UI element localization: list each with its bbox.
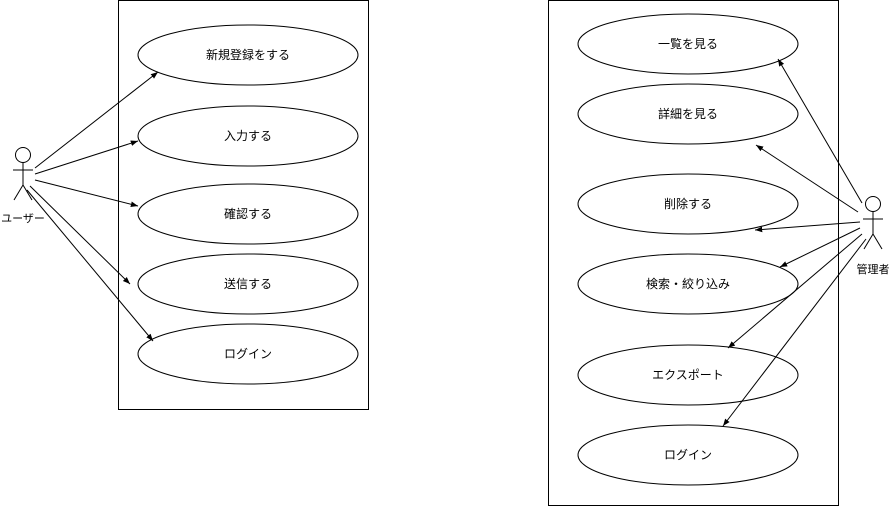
usecase-label: 削除する [664, 196, 712, 211]
admin-actor-label: 管理者 [857, 262, 890, 276]
user-usecase-input: 入力する [137, 105, 359, 167]
user-usecase-confirm: 確認する [137, 183, 359, 245]
usecase-label: 一覧を見る [658, 37, 718, 51]
admin-usecase-export: エクスポート [577, 344, 799, 406]
user-usecase-register: 新規登録をする [137, 24, 359, 86]
usecase-label: エクスポート [652, 368, 724, 382]
usecase-label: 送信する [224, 276, 272, 291]
usecase-label: ログイン [224, 347, 272, 361]
usecase-label: ログイン [664, 448, 712, 462]
usecase-label: 詳細を見る [658, 106, 718, 121]
admin-usecase-detail: 詳細を見る [577, 83, 799, 145]
use-case-diagram: 新規登録をする 入力する 確認する 送信する ログイン 一覧を見る 詳細を見る … [1, 0, 890, 506]
user-actor-icon [13, 147, 33, 201]
admin-usecase-search: 検索・絞り込み [577, 253, 799, 315]
user-usecase-send: 送信する [137, 253, 359, 315]
admin-actor-icon [863, 196, 883, 250]
admin-usecase-delete: 削除する [577, 173, 799, 235]
usecase-label: 検索・絞り込み [646, 276, 730, 291]
user-usecase-login: ログイン [137, 323, 359, 385]
usecase-label: 確認する [224, 206, 272, 221]
usecase-label: 入力する [224, 129, 272, 143]
admin-usecase-list: 一覧を見る [577, 13, 799, 75]
user-actor-label: ユーザー [1, 212, 45, 225]
admin-usecase-login: ログイン [577, 424, 799, 486]
usecase-label: 新規登録をする [206, 47, 290, 62]
